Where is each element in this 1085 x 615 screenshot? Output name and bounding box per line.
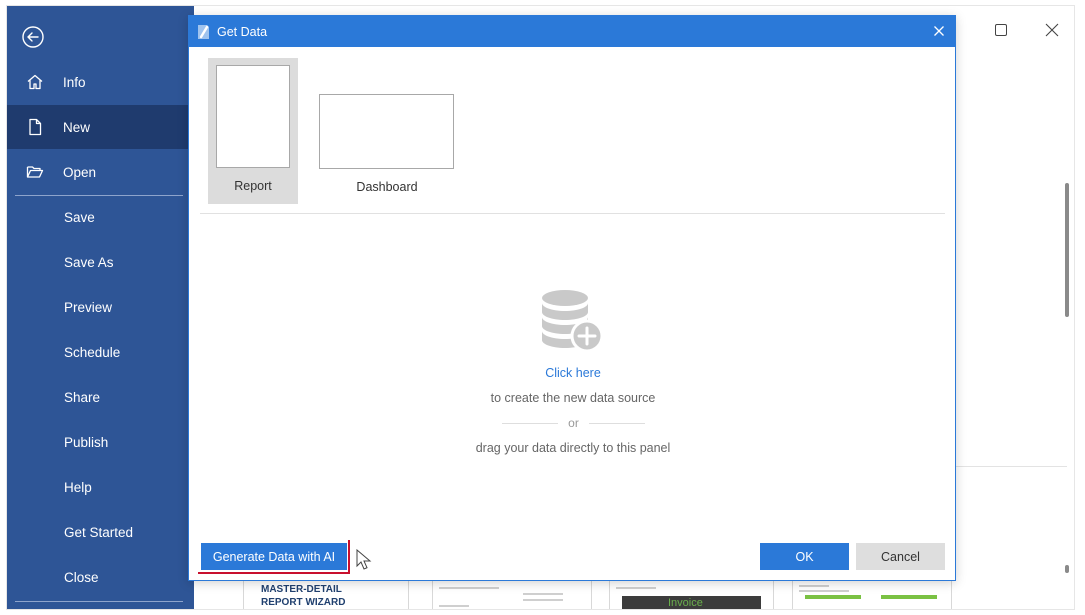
- database-add-icon: [542, 290, 604, 353]
- thumbnail-bar: [881, 595, 937, 599]
- sidebar-item-save-as[interactable]: Save As: [7, 240, 188, 284]
- mouse-pointer-icon: [356, 549, 372, 570]
- drag-data-text: drag your data directly to this panel: [475, 441, 671, 455]
- dialog-title: Get Data: [217, 24, 268, 39]
- create-data-source-text: to create the new data source: [490, 391, 656, 405]
- sidebar-item-label: Share: [64, 389, 101, 405]
- tile-report[interactable]: Report: [208, 58, 298, 204]
- thumbnail-line: [523, 593, 563, 595]
- sidebar-item-open[interactable]: Open: [7, 150, 188, 194]
- template-thumbnail[interactable]: Invoice: [609, 578, 774, 609]
- sidebar: Info New Open Save Save As Preview Sched…: [7, 6, 194, 609]
- sidebar-item-label: New: [63, 119, 91, 135]
- dialog-close-button[interactable]: [931, 23, 947, 39]
- content-divider: [955, 466, 1067, 467]
- sidebar-item-close[interactable]: Close: [7, 555, 188, 599]
- sidebar-item-help[interactable]: Help: [7, 465, 188, 509]
- tiles-divider: [200, 213, 945, 214]
- maximize-icon: [995, 24, 1007, 36]
- sidebar-item-label: Get Started: [64, 524, 134, 540]
- document-icon: [29, 118, 42, 136]
- sidebar-item-label: Publish: [64, 434, 109, 450]
- thumbnail-line: [523, 599, 563, 601]
- scrollbar-thumb[interactable]: [1065, 183, 1069, 317]
- sidebar-item-share[interactable]: Share: [7, 375, 188, 419]
- invoice-label: Invoice: [668, 597, 703, 609]
- or-separator: or: [502, 416, 646, 430]
- thumbnail-line: [799, 585, 829, 587]
- app-logo-icon: [198, 24, 209, 39]
- thumbnail-line: [439, 605, 469, 607]
- close-icon: [1045, 23, 1059, 37]
- dashboard-page-icon: [319, 94, 454, 169]
- sidebar-item-label: Open: [63, 164, 97, 180]
- sidebar-item-label: Help: [64, 479, 92, 495]
- sidebar-item-new[interactable]: New: [7, 105, 188, 149]
- generate-data-with-ai-button[interactable]: Generate Data with AI: [201, 543, 347, 570]
- tile-label: Report: [234, 179, 272, 193]
- sidebar-item-info[interactable]: Info: [7, 60, 188, 104]
- report-page-icon: [216, 65, 290, 168]
- template-thumbnail[interactable]: [432, 578, 592, 609]
- sidebar-item-label: Schedule: [64, 344, 121, 360]
- thumbnail-line: [799, 590, 849, 592]
- template-thumbnail[interactable]: [792, 578, 952, 609]
- separator-line: [588, 422, 646, 424]
- sidebar-item-preview[interactable]: Preview: [7, 285, 188, 329]
- thumbnail-line: [616, 587, 656, 589]
- tile-label: Dashboard: [356, 180, 418, 194]
- home-icon: [27, 74, 43, 90]
- sidebar-item-get-started[interactable]: Get Started: [7, 510, 188, 554]
- thumbnail-bar: [805, 595, 861, 599]
- scrollbar-arrow[interactable]: [1065, 565, 1069, 573]
- sidebar-item-label: Save As: [64, 254, 114, 270]
- get-data-dialog: Get Data Report Dashboard Click here to …: [188, 15, 956, 581]
- sidebar-item-label: Save: [64, 209, 95, 225]
- sidebar-item-schedule[interactable]: Schedule: [7, 330, 188, 374]
- arrow-left-circle-icon: [22, 26, 44, 48]
- cancel-button[interactable]: Cancel: [856, 543, 945, 570]
- sidebar-item-label: Preview: [64, 299, 113, 315]
- dialog-titlebar: Get Data: [189, 16, 955, 47]
- sidebar-item-label: Info: [63, 74, 86, 90]
- template-title: MASTER-DETAIL REPORT WIZARD: [261, 584, 346, 608]
- or-label: or: [568, 416, 579, 430]
- window-close-button[interactable]: [1044, 22, 1060, 38]
- sidebar-item-label: Close: [64, 569, 99, 585]
- sidebar-divider: [15, 601, 183, 602]
- close-icon: [934, 26, 944, 36]
- sidebar-item-save[interactable]: Save: [7, 195, 188, 239]
- separator-line: [502, 422, 559, 424]
- thumbnail-line: [439, 587, 499, 589]
- folder-open-icon: [26, 166, 44, 178]
- tile-dashboard[interactable]: Dashboard: [313, 58, 461, 204]
- create-data-source-link[interactable]: Click here: [189, 366, 957, 380]
- back-button[interactable]: [21, 25, 45, 49]
- ok-button[interactable]: OK: [760, 543, 849, 570]
- sidebar-item-publish[interactable]: Publish: [7, 420, 188, 464]
- template-thumbnail[interactable]: MASTER-DETAIL REPORT WIZARD: [243, 578, 409, 609]
- maximize-button[interactable]: [994, 23, 1008, 37]
